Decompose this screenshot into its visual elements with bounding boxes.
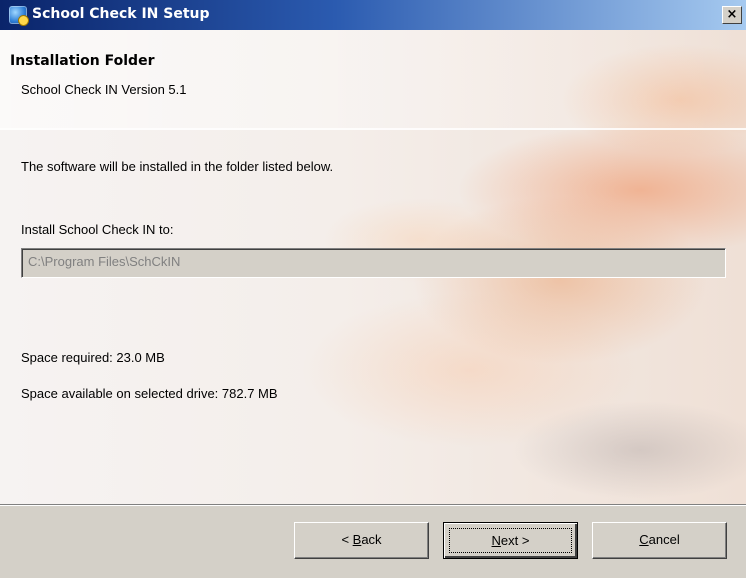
install-folder-label: Install School Check IN to:	[21, 222, 174, 237]
next-button-accel: N	[491, 533, 501, 548]
window-title: School Check IN Setup	[32, 6, 210, 22]
cancel-button-rest: ancel	[648, 532, 680, 547]
focus-rect: Next >	[449, 528, 572, 553]
back-button[interactable]: < Back	[294, 522, 429, 559]
header-panel	[0, 30, 746, 128]
title-bar[interactable]: School Check IN Setup ×	[0, 0, 746, 30]
button-bar-divider	[0, 504, 746, 506]
back-button-rest: ack	[361, 532, 382, 547]
space-available-text: Space available on selected drive: 782.7…	[21, 386, 278, 401]
page-subtitle: School Check IN Version 5.1	[21, 82, 187, 97]
close-icon[interactable]: ×	[722, 6, 742, 24]
install-description: The software will be installed in the fo…	[21, 159, 334, 174]
back-button-prefix: <	[341, 532, 353, 547]
dialog-content: Installation Folder School Check IN Vers…	[0, 30, 746, 504]
space-required-text: Space required: 23.0 MB	[21, 350, 165, 365]
page-title: Installation Folder	[10, 53, 155, 69]
setup-dialog: School Check IN Setup × Installation Fol…	[0, 0, 746, 578]
next-button-rest: ext >	[500, 533, 530, 548]
next-button[interactable]: Next >	[443, 522, 578, 559]
header-divider	[0, 128, 746, 130]
install-path-field: C:\Program Files\SchCkIN	[21, 248, 726, 278]
cancel-button[interactable]: Cancel	[592, 522, 727, 559]
setup-icon	[9, 6, 29, 26]
cancel-button-accel: C	[639, 532, 649, 547]
